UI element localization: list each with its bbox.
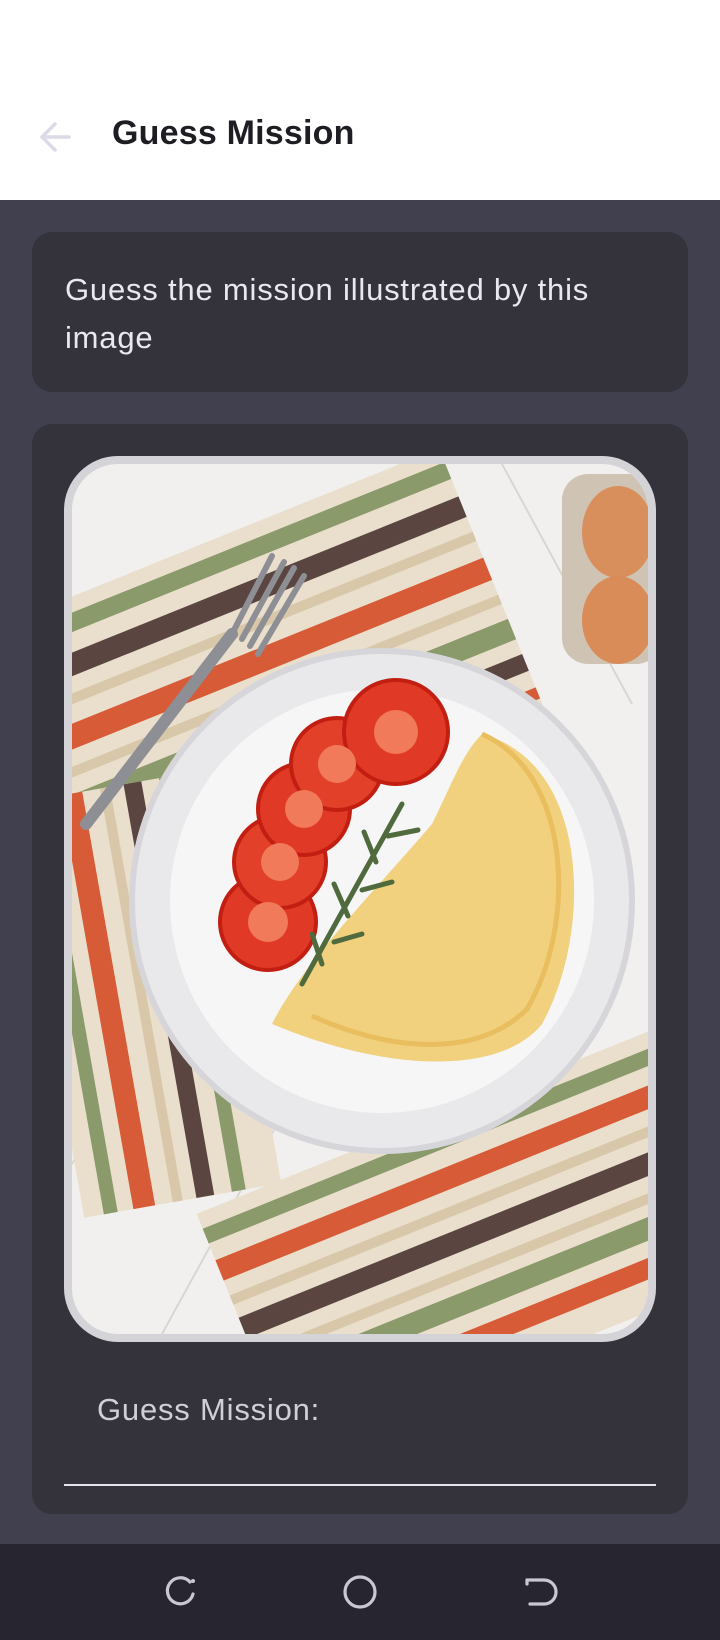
omelette-plate-image	[72, 464, 648, 1334]
prompt-text: Guess the mission illustrated by this im…	[65, 272, 590, 355]
page-title: Guess Mission	[112, 114, 355, 152]
mission-card: Guess Mission:	[32, 424, 688, 1514]
guess-mission-label: Guess Mission:	[97, 1392, 321, 1427]
home-button[interactable]	[334, 1566, 386, 1618]
recent-apps-icon	[165, 1576, 195, 1606]
back-button[interactable]	[30, 112, 80, 162]
mission-image	[64, 456, 656, 1342]
prompt-card: Guess the mission illustrated by this im…	[32, 232, 688, 392]
recent-apps-button[interactable]	[154, 1566, 206, 1618]
system-nav-bar	[0, 1544, 720, 1640]
app-bar: Guess Mission	[0, 0, 720, 200]
home-icon	[343, 1575, 377, 1609]
system-back-button[interactable]	[514, 1566, 566, 1618]
arrow-left-icon	[40, 122, 71, 152]
system-back-icon	[525, 1578, 558, 1606]
guess-mission-input[interactable]: Guess Mission:	[64, 1392, 656, 1486]
